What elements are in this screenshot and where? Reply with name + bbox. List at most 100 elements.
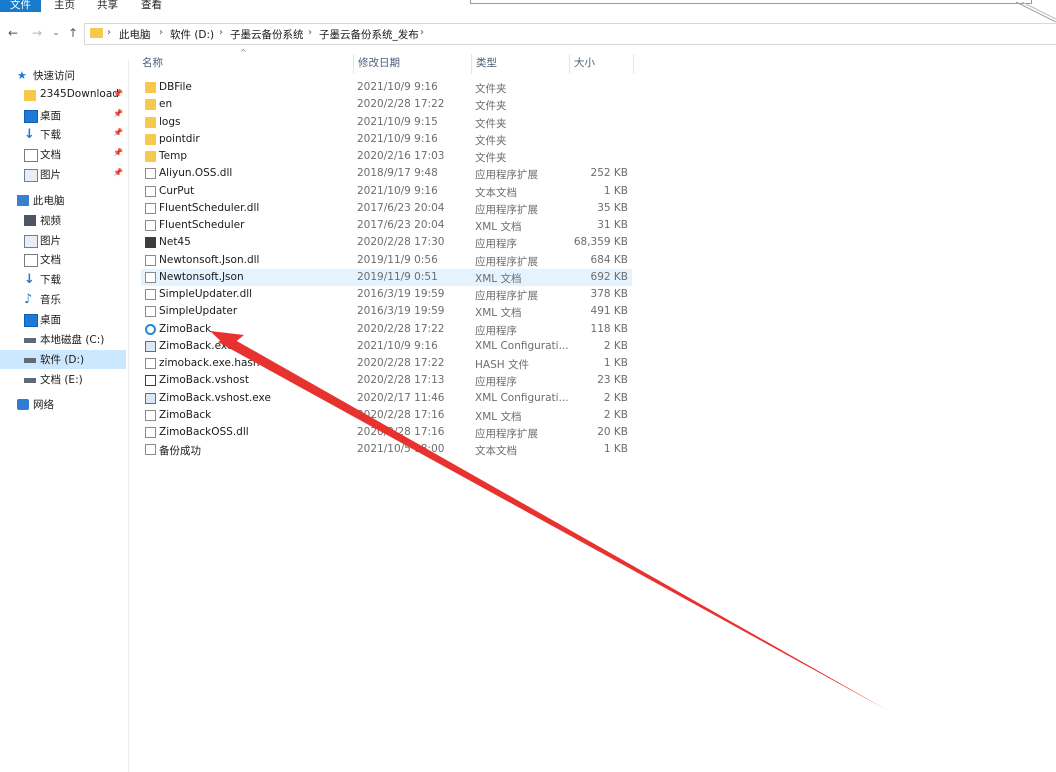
file-row[interactable]: FluentScheduler.dll 2017/6/23 20:04 应用程序扩展… xyxy=(141,200,632,217)
breadcrumb-separator[interactable]: › xyxy=(420,27,424,38)
file-row[interactable]: logs 2021/10/9 9:15 文件夹 xyxy=(141,114,632,131)
forward-arrow-icon[interactable]: → xyxy=(30,25,44,41)
file-row[interactable]: ZimoBackOSS.dll 2020/2/28 17:16 应用程序扩展 20 K… xyxy=(141,424,632,441)
file-type: 应用程序扩展 xyxy=(475,203,538,216)
back-arrow-icon[interactable]: ← xyxy=(6,25,20,41)
sidebar-item[interactable]: ★ 快速访问 xyxy=(0,66,126,85)
sidebar-item[interactable]: 文档 (E:) xyxy=(0,370,126,389)
file-row[interactable]: ZimoBack 2020/2/28 17:16 XML 文档 2 KB xyxy=(141,407,632,424)
file-row[interactable]: en 2020/2/28 17:22 文件夹 xyxy=(141,96,632,113)
folder-icon xyxy=(90,28,103,38)
computer-icon xyxy=(17,195,29,206)
file-row[interactable]: ZimoBack.vshost.exe 2020/2/17 11:46 XML Co… xyxy=(141,390,632,407)
tab-view[interactable]: 查看 xyxy=(141,0,162,12)
file-size: 1 KB xyxy=(603,443,628,456)
file-row[interactable]: ZimoBack.exe 2021/10/9 9:16 XML Configurat… xyxy=(141,338,632,355)
breadcrumb-parent-folder[interactable]: 子墨云备份系统 xyxy=(230,27,304,42)
file-date-modified: 2021/10/9 9:16 xyxy=(357,132,438,145)
sidebar-item[interactable]: 图片 📌 xyxy=(0,165,126,184)
sidebar-item[interactable]: 2345Download 📌 xyxy=(0,86,126,105)
xml-file-icon xyxy=(145,220,156,231)
sidebar-item[interactable]: ↓ 下载 xyxy=(0,270,126,289)
breadcrumb-separator[interactable]: › xyxy=(308,27,312,38)
pin-icon: 📌 xyxy=(113,128,123,137)
download-icon: ↓ xyxy=(24,127,35,142)
file-row[interactable]: Net45 2020/2/28 17:30 应用程序 68,359 KB xyxy=(141,234,632,251)
breadcrumb-separator[interactable]: › xyxy=(107,27,111,38)
file-row[interactable]: DBFile 2021/10/9 9:16 文件夹 xyxy=(141,79,632,96)
breadcrumb-separator[interactable]: › xyxy=(219,27,223,38)
sidebar-item[interactable]: 文档 xyxy=(0,250,126,269)
sidebar-item[interactable]: 文档 📌 xyxy=(0,145,126,164)
sidebar-item[interactable]: 桌面 📌 xyxy=(0,106,126,125)
sidebar-item[interactable]: ♪ 音乐 xyxy=(0,290,126,309)
dll-icon xyxy=(145,289,156,300)
file-row[interactable]: Newtonsoft.Json.dll 2019/11/9 0:56 应用程序扩展 6… xyxy=(141,252,632,269)
file-row[interactable]: SimpleUpdater.dll 2016/3/19 19:59 应用程序扩展 37… xyxy=(141,286,632,303)
file-row[interactable]: Temp 2020/2/16 17:03 文件夹 xyxy=(141,148,632,165)
file-name: Aliyun.OSS.dll xyxy=(159,167,233,180)
column-name[interactable]: 名称 xyxy=(138,54,354,74)
file-name: ZimoBack xyxy=(159,408,212,421)
sidebar-item-label: 快速访问 xyxy=(33,70,75,82)
file-row[interactable]: Newtonsoft.Json 2019/11/9 0:51 XML 文档 692 K… xyxy=(141,268,632,286)
breadcrumb-separator[interactable]: › xyxy=(159,27,163,38)
breadcrumb-current-folder[interactable]: 子墨云备份系统_发布 xyxy=(319,27,419,42)
tab-share[interactable]: 共享 xyxy=(97,0,118,12)
text-file-icon xyxy=(145,444,156,456)
network-icon xyxy=(17,399,29,410)
pin-icon: 📌 xyxy=(113,89,123,98)
recent-locations-icon[interactable]: ⌄ xyxy=(49,25,63,41)
video-icon xyxy=(24,215,36,226)
file-row[interactable]: ZimoBack 2020/2/28 17:22 应用程序 118 KB xyxy=(141,321,632,338)
navigation-pane: ★ 快速访问 2345Download 📌 桌面 📌 ↓ 下载 📌 文档 📌 图片 📌 此电脑 视频 图片 文档… xyxy=(0,60,129,772)
file-row[interactable]: pointdir 2021/10/9 9:16 文件夹 xyxy=(141,131,632,148)
sidebar-item-label: 下载 xyxy=(40,274,61,286)
sidebar-item-label: 本地磁盘 (C:) xyxy=(40,334,105,346)
file-type: 文件夹 xyxy=(475,152,507,164)
sidebar-item[interactable]: 网络 xyxy=(0,395,126,414)
breadcrumb-drive-d[interactable]: 软件 (D:) xyxy=(170,27,214,42)
file-row[interactable]: 备份成功 2021/10/5 18:00 文本文档 1 KB xyxy=(141,441,632,458)
file-date-modified: 2020/2/28 17:22 xyxy=(357,322,445,335)
breadcrumb-this-pc[interactable]: 此电脑 xyxy=(119,27,151,42)
file-date-modified: 2020/2/28 17:16 xyxy=(357,426,445,438)
up-arrow-icon[interactable]: ↑ xyxy=(66,25,80,41)
file-row[interactable]: zimoback.exe.hash 2020/2/28 17:22 HASH 文件 1… xyxy=(141,355,632,372)
column-header: 名称 修改日期 类型 大小 xyxy=(138,54,638,74)
file-date-modified: 2018/9/17 9:48 xyxy=(357,167,438,180)
column-date-modified[interactable]: 修改日期 xyxy=(354,54,472,74)
sidebar-item[interactable]: 本地磁盘 (C:) xyxy=(0,330,126,349)
file-size: 118 KB xyxy=(590,322,628,335)
file-name: FluentScheduler.dll xyxy=(159,201,260,214)
file-row[interactable]: CurPut 2021/10/9 9:16 文本文档 1 KB xyxy=(141,183,632,200)
file-row[interactable]: FluentScheduler 2017/6/23 20:04 XML 文档 31 K… xyxy=(141,217,632,234)
config-file-icon xyxy=(145,392,156,404)
file-type: 应用程序扩展 xyxy=(475,290,538,302)
file-date-modified: 2020/2/16 17:03 xyxy=(357,150,445,162)
navigation-bar: ← → ⌄ ↑ › 此电脑 › 软件 (D:) › 子墨云备份系统 › 子墨云备… xyxy=(0,22,1056,46)
sidebar-item[interactable]: 图片 xyxy=(0,231,126,250)
file-date-modified: 2020/2/28 17:13 xyxy=(357,374,445,387)
file-type: 应用程序 xyxy=(475,376,517,389)
sidebar-item[interactable]: 视频 xyxy=(0,211,126,230)
file-row[interactable]: ZimoBack.vshost 2020/2/28 17:13 应用程序 23 KB xyxy=(141,372,632,389)
xml-file-icon xyxy=(145,306,156,318)
xml-file-icon xyxy=(145,271,156,283)
download-icon: ↓ xyxy=(24,272,35,287)
column-type[interactable]: 类型 xyxy=(472,54,570,74)
column-size[interactable]: 大小 xyxy=(570,54,634,74)
sidebar-item[interactable]: 软件 (D:) xyxy=(0,350,126,369)
file-row[interactable]: Aliyun.OSS.dll 2018/9/17 9:48 应用程序扩展 252 KB xyxy=(141,165,632,182)
text-file-icon xyxy=(145,185,156,197)
file-type: 应用程序 xyxy=(475,324,517,337)
tab-file[interactable]: 文件 xyxy=(0,0,41,12)
sidebar-item[interactable]: ↓ 下载 📌 xyxy=(0,125,126,144)
sidebar-item[interactable]: 桌面 xyxy=(0,310,126,329)
file-row[interactable]: SimpleUpdater 2016/3/19 19:59 XML 文档 491 KB xyxy=(141,303,632,320)
tab-home[interactable]: 主页 xyxy=(54,0,75,12)
sidebar-item[interactable]: 此电脑 xyxy=(0,191,126,210)
address-bar[interactable]: › 此电脑 › 软件 (D:) › 子墨云备份系统 › 子墨云备份系统_发布 › xyxy=(84,23,1056,45)
file-type: XML 文档 xyxy=(475,410,522,423)
sidebar-item-label: 下载 xyxy=(40,129,61,141)
